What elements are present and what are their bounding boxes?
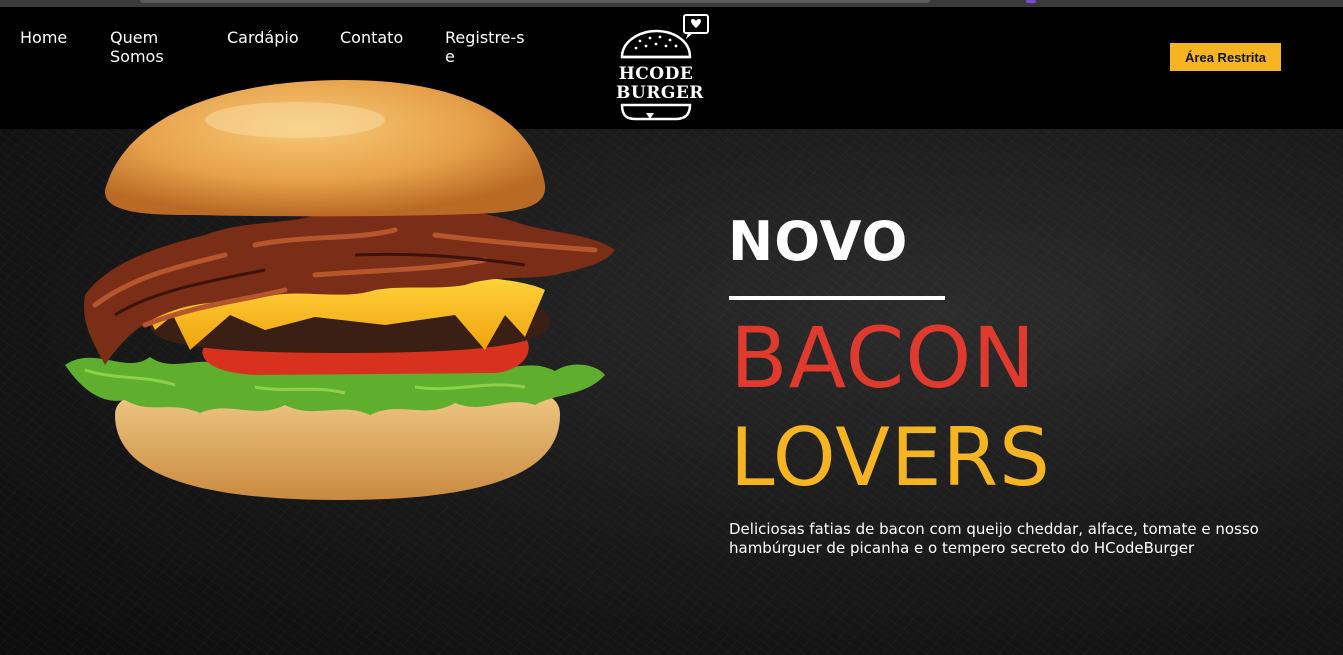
nav-registre-se-link[interactable]: Registre-se xyxy=(445,28,525,66)
extension-icon xyxy=(1026,0,1036,3)
nav-cardapio-link[interactable]: Cardápio xyxy=(227,28,299,47)
hero-title-line-2: LOVERS xyxy=(730,411,1051,504)
address-bar-edge xyxy=(140,0,930,3)
browser-top-strip xyxy=(0,0,1343,7)
restricted-area-button[interactable]: Área Restrita xyxy=(1170,43,1281,71)
hero-divider xyxy=(729,296,945,300)
logo-line-2: BURGER xyxy=(616,83,704,103)
hcode-burger-logo[interactable]: HCODE BURGER xyxy=(616,13,716,125)
hero-description: Deliciosas fatias de bacon com queijo ch… xyxy=(729,520,1259,557)
hero-title-line-1: BACON xyxy=(730,309,1037,407)
bacon-burger-image xyxy=(65,80,616,500)
nav-contato-link[interactable]: Contato xyxy=(340,28,403,47)
logo-line-1: HCODE xyxy=(618,64,694,84)
nav-home-link[interactable]: Home xyxy=(20,28,67,47)
hero-kicker: NOVO xyxy=(728,210,909,273)
nav-quem-somos-link[interactable]: Quem Somos xyxy=(110,28,180,66)
